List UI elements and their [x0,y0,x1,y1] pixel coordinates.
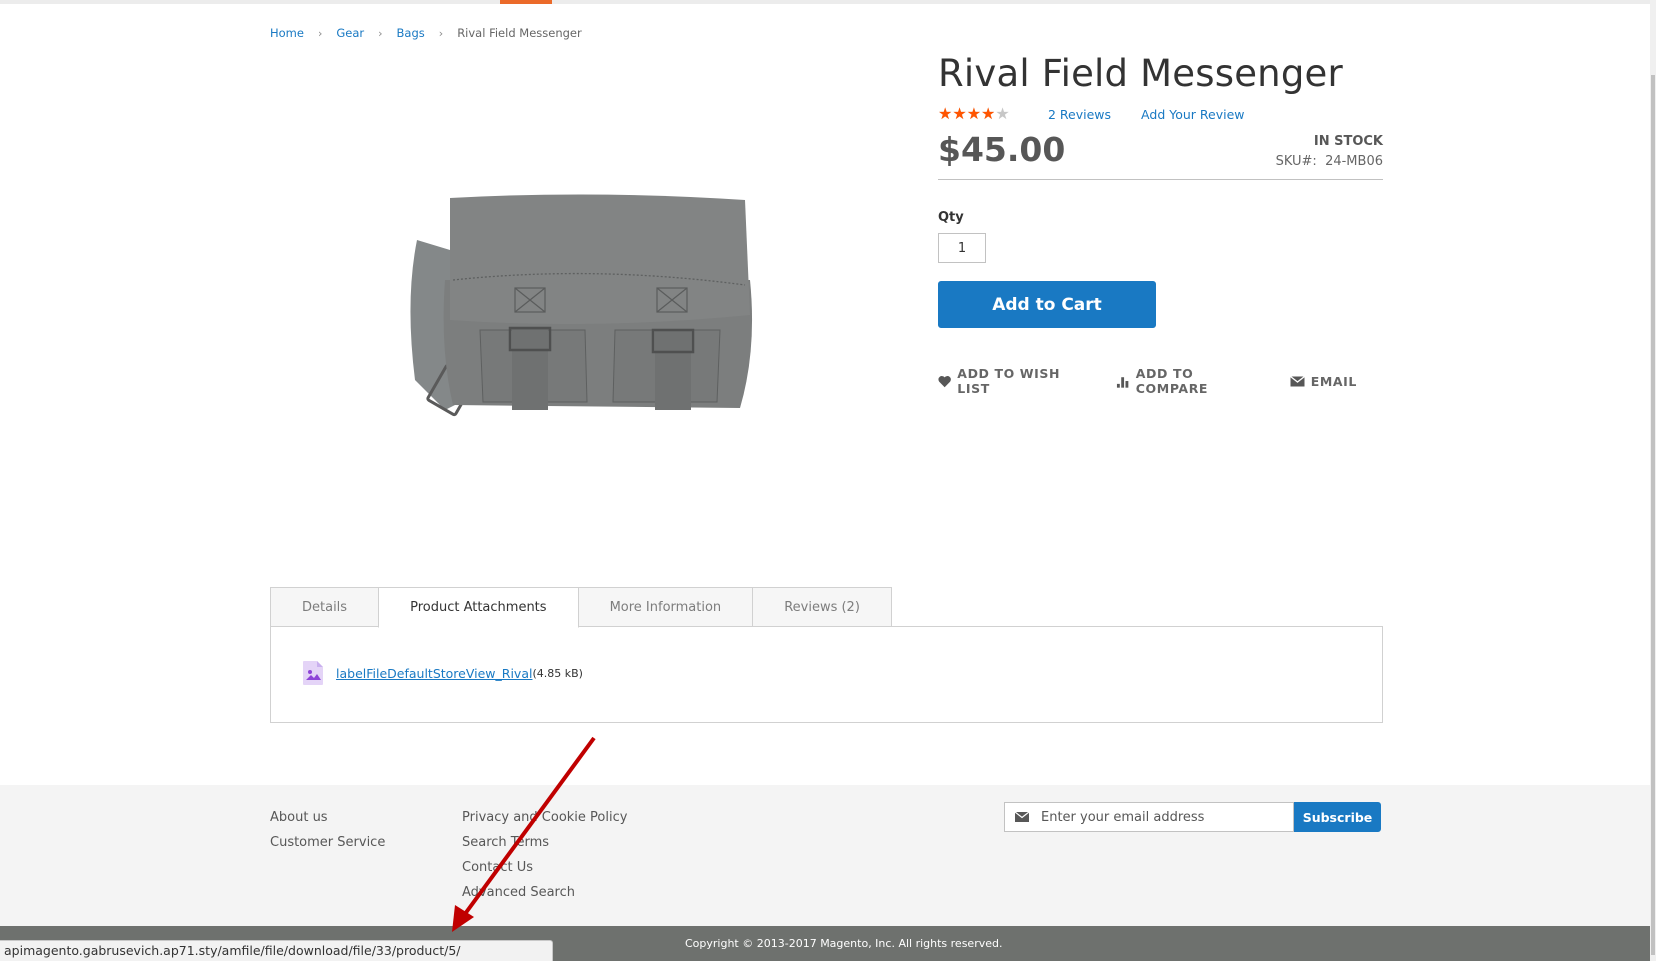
footer-links-column-2: Privacy and Cookie Policy Search Terms C… [462,805,627,905]
sku-value: 24-MB06 [1325,154,1383,170]
product-title: Rival Field Messenger [938,52,1343,95]
envelope-icon [1015,812,1029,822]
image-file-icon [303,661,323,685]
attachment-link[interactable]: labelFileDefaultStoreView_Rival [336,666,532,681]
add-to-wishlist-label: ADD TO WISH LIST [957,366,1061,397]
product-tabs: Details Product Attachments More Informa… [270,587,892,628]
compare-icon [1117,376,1129,388]
footer-link-search-terms[interactable]: Search Terms [462,830,627,855]
product-info: Rival Field Messenger ★★★★★ ★★★★★ 2 Revi… [938,50,1383,396]
copyright-text: Copyright © 2013-2017 Magento, Inc. All … [685,937,1003,950]
breadcrumb-home[interactable]: Home [270,26,304,40]
rating-stars-filled-icon: ★★★★★ [938,106,994,123]
newsletter-form: Subscribe [1004,802,1381,832]
tab-more-information[interactable]: More Information [577,587,754,627]
breadcrumb: Home › Gear › Bags › Rival Field Messeng… [270,26,582,40]
add-review-link[interactable]: Add Your Review [1141,107,1244,122]
subscribe-button[interactable]: Subscribe [1294,802,1381,832]
top-nav-bar [0,0,1650,4]
scrollbar-thumb[interactable] [1651,75,1655,955]
stock-status: IN STOCK [1313,134,1383,150]
heart-icon [938,375,951,387]
newsletter-email-input[interactable] [1041,809,1281,825]
footer-link-about-us[interactable]: About us [270,805,385,830]
messenger-bag-image [410,194,753,417]
tab-reviews[interactable]: Reviews (2) [752,587,892,627]
qty-input[interactable] [938,233,986,264]
rating-summary: ★★★★★ ★★★★★ 2 Reviews Add Your Review [938,106,1383,122]
breadcrumb-separator-icon: › [438,26,444,40]
price-box: $45.00 IN STOCK SKU#: 24-MB06 [938,128,1383,181]
active-nav-indicator [500,0,552,4]
attachment-size: (4.85 kB) [532,666,583,680]
product-sku: SKU#: 24-MB06 [1276,154,1383,169]
add-to-compare-link[interactable]: ADD TO COMPARE [1116,366,1263,396]
breadcrumb-separator-icon: › [317,26,323,40]
footer-links-column-1: About us Customer Service [270,805,385,855]
footer-link-privacy-policy[interactable]: Privacy and Cookie Policy [462,805,627,830]
reviews-link[interactable]: 2 Reviews [1048,107,1111,122]
footer-link-contact-us[interactable]: Contact Us [462,855,627,880]
browser-status-url: apimagento.gabrusevich.ap71.sty/amfile/f… [0,940,553,961]
vertical-scrollbar[interactable] [1650,0,1656,961]
sku-label: SKU#: [1275,154,1317,170]
attachment-item: labelFileDefaultStoreView_Rival (4.85 kB… [302,660,583,686]
add-to-compare-label: ADD TO COMPARE [1135,366,1209,397]
add-to-cart-button[interactable]: Add to Cart [938,281,1156,329]
tab-details[interactable]: Details [270,587,380,627]
rating-stars: ★★★★★ ★★★★★ [938,106,1018,122]
email-link[interactable]: EMAIL [1289,373,1357,389]
product-price: $45.00 [938,130,1066,170]
email-label: EMAIL [1310,373,1357,389]
page-footer: About us Customer Service Privacy and Co… [0,785,1650,926]
breadcrumb-separator-icon: › [378,26,383,40]
breadcrumb-gear[interactable]: Gear [336,26,364,40]
add-to-wishlist-link[interactable]: ADD TO WISH LIST [938,366,1090,396]
product-image[interactable] [395,180,795,440]
newsletter-field [1004,802,1294,832]
attachments-panel: labelFileDefaultStoreView_Rival (4.85 kB… [270,626,1383,723]
envelope-icon [1289,375,1305,387]
breadcrumb-bags[interactable]: Bags [397,26,425,40]
footer-link-customer-service[interactable]: Customer Service [270,830,385,855]
footer-link-advanced-search[interactable]: Advanced Search [462,880,627,905]
tab-product-attachments[interactable]: Product Attachments [378,587,579,628]
breadcrumb-current: Rival Field Messenger [457,26,582,40]
qty-label: Qty [938,210,964,226]
product-actions: ADD TO WISH LIST ADD TO COMPARE EMAIL [938,366,1383,396]
